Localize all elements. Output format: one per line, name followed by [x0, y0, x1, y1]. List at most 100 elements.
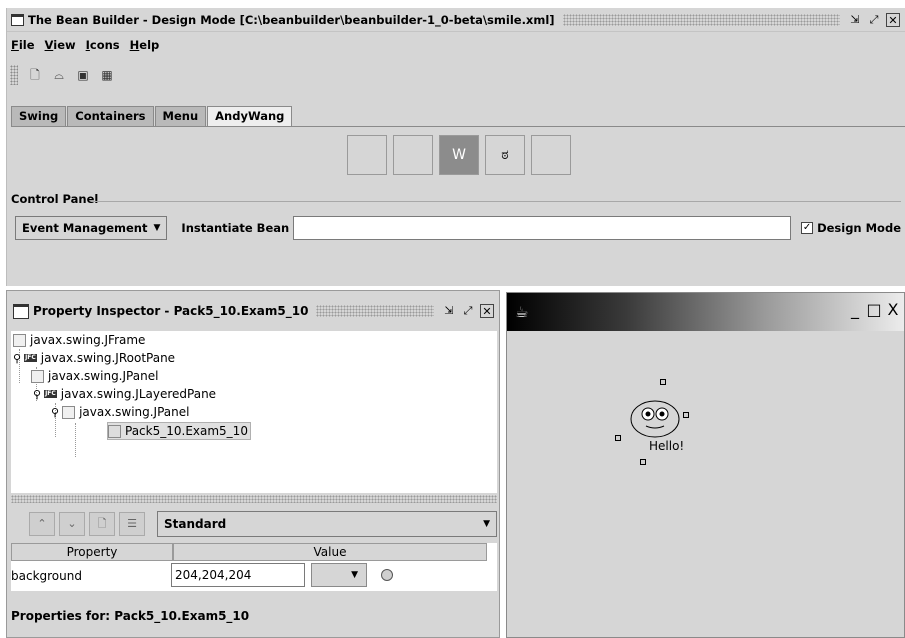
close-icon[interactable]: ✕ [886, 12, 900, 27]
bean-frame-window: ☕ _ □ X Hello! [506, 292, 905, 638]
smiley-bean-icon[interactable]: ಠ [485, 135, 525, 175]
property-table: Property Value background 204,204,204 ▼ [11, 543, 497, 591]
window-controls: _ □ X [845, 301, 902, 321]
bean-builder-window: The Bean Builder - Design Mode [C:\beanb… [6, 8, 905, 286]
menu-help[interactable]: Help [130, 38, 160, 52]
bean-palette: W ಠ [347, 135, 577, 175]
property-name-cell: background [11, 569, 82, 583]
jfc-icon: JFC [44, 390, 57, 398]
maximize-icon[interactable]: ⤢ [461, 304, 475, 318]
new-file-icon[interactable]: 🗋 [28, 68, 42, 82]
palette-tabs: Swing Containers Menu AndyWang [11, 106, 293, 127]
open-folder-icon[interactable]: ⌓ [52, 68, 66, 82]
new-file-icon[interactable]: 🗋 [89, 512, 115, 536]
save-icon[interactable]: ▣ [76, 68, 90, 82]
column-header-value[interactable]: Value [173, 543, 487, 561]
java-cup-icon: ☕ [515, 303, 529, 321]
resize-handle[interactable] [640, 459, 646, 465]
design-mode-label: Design Mode [817, 221, 901, 235]
expand-handle-icon[interactable]: ⚲ [13, 352, 21, 365]
minimize-icon[interactable]: _ [846, 301, 864, 321]
hello-label: Hello! [649, 439, 685, 453]
bean-titlebar[interactable]: ☕ _ □ X [507, 293, 904, 331]
resize-handle[interactable] [615, 435, 621, 441]
properties-for-label: Properties for: Pack5_10.Exam5_10 [11, 609, 250, 623]
maximize-icon[interactable]: □ [865, 301, 883, 321]
property-value-input[interactable]: 204,204,204 [171, 563, 305, 587]
tab-containers[interactable]: Containers [67, 106, 154, 126]
main-toolbar: 🗋 ⌓ ▣ ▦ [7, 62, 167, 88]
expand-handle-icon[interactable]: ⚲ [51, 406, 59, 419]
window-icon [11, 13, 24, 26]
tree-node[interactable]: javax.swing.JPanel [31, 367, 158, 385]
color-picker-icon[interactable] [381, 569, 393, 581]
tree-node-selected[interactable]: Pack5_10.Exam5_10 [107, 422, 251, 440]
component-tree[interactable]: javax.swing.JFrame ⚲ JFC javax.swing.JRo… [11, 331, 497, 493]
minimize-icon[interactable]: ⇲ [442, 304, 456, 318]
inspector-title: Property Inspector - Pack5_10.Exam5_10 [33, 304, 309, 318]
color-dropdown[interactable]: ▼ [311, 563, 367, 587]
chevron-down-icon: ▼ [153, 223, 161, 233]
menu-view[interactable]: View [45, 38, 76, 52]
palette-panel: W ಠ [11, 126, 905, 184]
view-mode-dropdown[interactable]: Standard ▼ [157, 511, 497, 537]
resize-handle[interactable] [683, 412, 689, 418]
column-header-property[interactable]: Property [11, 543, 173, 561]
menu-file[interactable]: File [11, 38, 35, 52]
chevron-up-icon[interactable]: ⌃ [29, 512, 55, 536]
palette-slot-empty[interactable] [393, 135, 433, 175]
tree-node-label: javax.swing.JRootPane [40, 351, 176, 365]
tree-node-label: Pack5_10.Exam5_10 [125, 424, 248, 438]
event-management-dropdown[interactable]: Event Management ▼ [15, 216, 168, 240]
titlebar-grip [562, 13, 840, 26]
tree-node[interactable]: ⚲ JFC javax.swing.JLayeredPane [33, 385, 216, 403]
instantiate-bean-label: Instantiate Bean [181, 221, 290, 235]
menu-bar: File View Icons Help [7, 36, 165, 54]
tab-swing[interactable]: Swing [11, 106, 67, 126]
tab-menu[interactable]: Menu [154, 106, 207, 126]
tree-node-label: javax.swing.JPanel [48, 369, 159, 383]
main-titlebar[interactable]: The Bean Builder - Design Mode [C:\beanb… [7, 8, 905, 32]
tree-node[interactable]: javax.swing.JFrame [13, 331, 145, 349]
palette-slot-empty[interactable] [347, 135, 387, 175]
panel-icon [31, 369, 44, 383]
bean-content-area[interactable]: Hello! [509, 333, 902, 635]
frame-icon [13, 333, 26, 347]
control-panel-divider [91, 201, 901, 202]
w-bean-icon[interactable]: W [439, 135, 479, 175]
inspector-titlebar[interactable]: Property Inspector - Pack5_10.Exam5_10 ⇲… [7, 291, 499, 331]
properties-icon[interactable]: ▦ [100, 68, 114, 82]
jfc-icon: JFC [24, 354, 37, 362]
palette-slot-empty[interactable] [531, 135, 571, 175]
titlebar-grip [316, 305, 434, 317]
close-icon[interactable]: ✕ [480, 304, 494, 318]
menu-icons[interactable]: Icons [86, 38, 120, 52]
tree-node[interactable]: ⚲ javax.swing.JPanel [51, 403, 189, 421]
minimize-icon[interactable]: ⇲ [848, 13, 862, 27]
tab-andywang[interactable]: AndyWang [207, 106, 293, 127]
checkmark-icon: ✓ [801, 222, 814, 234]
tree-node-label: javax.swing.JLayeredPane [60, 387, 217, 401]
chevron-down-icon: ▼ [483, 519, 490, 529]
view-mode-label: Standard [164, 517, 227, 531]
chevron-down-icon[interactable]: ⌄ [59, 512, 85, 536]
toolbar-grip[interactable] [10, 65, 18, 85]
event-management-label: Event Management [22, 221, 148, 235]
close-icon[interactable]: X [884, 301, 902, 321]
w-bean-icon [108, 424, 121, 438]
instantiate-bean-input[interactable] [293, 216, 792, 240]
property-inspector-window: Property Inspector - Pack5_10.Exam5_10 ⇲… [6, 290, 500, 638]
list-icon[interactable]: ☰ [119, 512, 145, 536]
splitter-grip[interactable] [11, 495, 497, 503]
control-panel-row: Event Management ▼ Instantiate Bean ✓ De… [15, 215, 901, 241]
tree-node[interactable]: ⚲ JFC javax.swing.JRootPane [13, 349, 175, 367]
window-icon [13, 303, 29, 319]
resize-handle[interactable] [660, 379, 666, 385]
tree-node-label: javax.swing.JPanel [79, 405, 190, 419]
main-window-title: The Bean Builder - Design Mode [C:\beanb… [28, 12, 555, 27]
expand-handle-icon[interactable]: ⚲ [33, 388, 41, 401]
tree-node-label: javax.swing.JFrame [30, 333, 146, 347]
maximize-icon[interactable]: ⤢ [867, 13, 881, 27]
tree-line [75, 423, 76, 457]
design-mode-checkbox[interactable]: ✓ Design Mode [801, 221, 901, 235]
